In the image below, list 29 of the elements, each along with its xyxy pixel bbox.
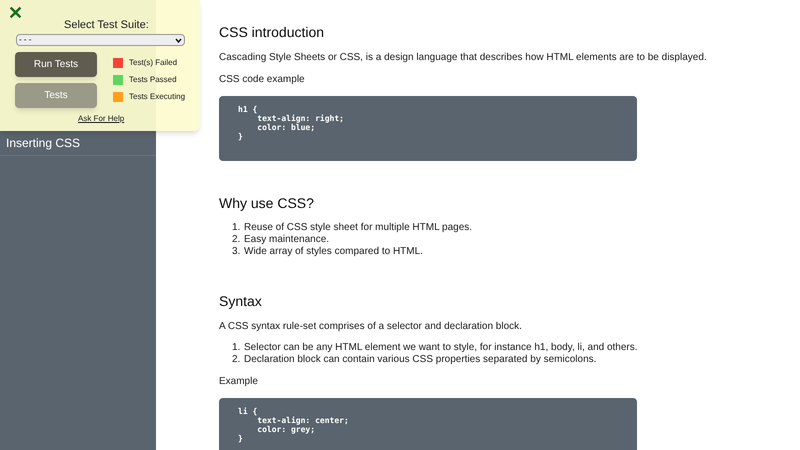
section-heading: Why use CSS? (219, 194, 315, 212)
code-block: h1 { text-align: right; color: blue; } (219, 96, 637, 161)
list-number: 2. (232, 354, 242, 366)
section-heading: CSS introduction (219, 23, 326, 41)
panel-title: Select Test Suite: (64, 18, 149, 33)
close-icon[interactable]: ✕ (8, 3, 23, 23)
list-item: Easy maintenance. (244, 234, 330, 246)
list-number: 1. (232, 222, 242, 234)
paragraph: CSS code example (219, 73, 306, 87)
list-number: 3. (232, 246, 242, 258)
list-item: Reuse of CSS style sheet for multiple HTML pages. (244, 222, 472, 234)
run-tests-button[interactable]: Run Tests (15, 52, 97, 77)
legend-label: Test(s) Failed (129, 57, 178, 69)
paragraph: Cascading Style Sheets or CSS, is a design language that describes how HTML elements are to be displayed. (219, 51, 708, 65)
help-link[interactable]: Ask For Help (78, 113, 124, 125)
legend-label: Tests Passed (129, 74, 177, 86)
list-number: 1. (232, 342, 242, 354)
list-number: 2. (232, 234, 242, 246)
code-block: li { text-align: center; color: grey; } (219, 398, 637, 450)
section-heading: Syntax (219, 292, 263, 310)
list-item: Wide array of styles compared to HTML. (244, 246, 423, 258)
legend-label: Tests Executing (129, 91, 186, 103)
paragraph: A CSS syntax rule-set comprises of a selector and declaration block. (219, 320, 523, 334)
test-suite-select[interactable]: - - - (16, 34, 185, 46)
list-item: Selector can be any HTML element we want to style, for instance h1, body, li, and others. (244, 342, 638, 354)
list-item: Declaration block can contain various CSS properties separated by semicolons. (244, 354, 596, 366)
sidebar-link[interactable]: Inserting CSS (6, 134, 80, 152)
paragraph: Example (219, 375, 259, 389)
chevron-down-icon (175, 38, 182, 42)
